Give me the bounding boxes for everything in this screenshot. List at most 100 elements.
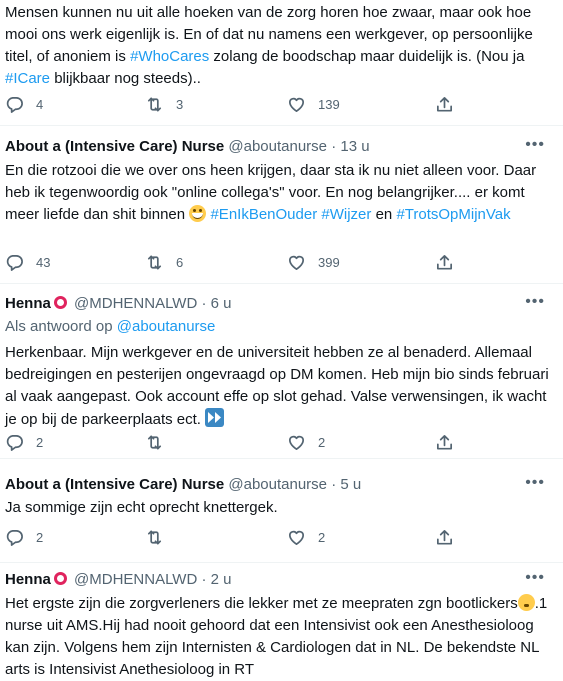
- tweet-text-segment: blijkbaar nog steeds)..: [50, 70, 201, 87]
- author-handle[interactable]: @MDHENNALWD: [74, 571, 197, 588]
- tweet-actions: 43 6 399: [0, 252, 563, 272]
- share-icon: [436, 96, 453, 112]
- tweet-text-segment: zolang de boodschap maar duidelijk is. (…: [209, 48, 525, 65]
- timestamp[interactable]: 13 u: [340, 138, 369, 155]
- fast-forward-emoji-icon: [205, 408, 225, 427]
- author-handle[interactable]: @aboutanurse: [228, 476, 327, 493]
- tweet[interactable]: Henna @MDHENNALWD · 6 u ••• Als antwoord…: [0, 283, 563, 459]
- reply-icon: [6, 254, 23, 271]
- reply-button[interactable]: 43: [5, 252, 50, 272]
- retweet-icon: [147, 96, 162, 112]
- author-name[interactable]: Henna: [5, 571, 51, 588]
- share-button[interactable]: [435, 94, 454, 114]
- like-button[interactable]: 2: [287, 432, 325, 452]
- reply-count: 2: [36, 434, 44, 450]
- author-name[interactable]: Henna: [5, 295, 51, 312]
- retweet-button[interactable]: [145, 527, 164, 547]
- like-count: 399: [318, 254, 340, 270]
- timestamp[interactable]: 5 u: [340, 476, 361, 493]
- share-button[interactable]: [435, 252, 454, 272]
- tweet[interactable]: Mensen kunnen nu uit alle hoeken van de …: [0, 0, 563, 126]
- tweet-header: Henna @MDHENNALWD · 6 u •••: [5, 292, 555, 314]
- like-count: 2: [318, 529, 326, 545]
- hashtag-link[interactable]: #Wijzer: [321, 206, 371, 223]
- reply-button[interactable]: 2: [5, 527, 43, 547]
- timestamp[interactable]: 2 u: [211, 571, 232, 588]
- tweet[interactable]: Henna @MDHENNALWD · 2 u ••• Het ergste z…: [0, 562, 563, 678]
- like-button[interactable]: 399: [287, 252, 340, 272]
- tweet-text: Mensen kunnen nu uit alle hoeken van de …: [5, 2, 550, 90]
- heart-icon: [288, 97, 305, 112]
- separator-dot: ·: [331, 138, 337, 155]
- timeline: Mensen kunnen nu uit alle hoeken van de …: [0, 0, 563, 678]
- reply-handle-link[interactable]: @aboutanurse: [117, 318, 216, 335]
- red-circle-icon: [53, 296, 67, 309]
- red-circle-icon: [53, 572, 67, 585]
- reply-icon: [6, 529, 23, 546]
- tweet-text: Herkenbaar. Mijn werkgever en de univers…: [5, 342, 550, 431]
- more-icon[interactable]: •••: [525, 473, 545, 493]
- tweet-header: Henna @MDHENNALWD · 2 u •••: [5, 568, 555, 590]
- reply-icon: [6, 96, 23, 113]
- hashtag-link[interactable]: #EnIkBenOuder: [210, 206, 317, 223]
- like-count: 139: [318, 96, 340, 112]
- tweet[interactable]: About a (Intensive Care) Nurse @aboutanu…: [0, 125, 563, 284]
- reply-button[interactable]: 2: [5, 432, 43, 452]
- reply-icon: [6, 434, 23, 451]
- hashtag-link[interactable]: #TrotsOpMijnVak: [396, 206, 510, 223]
- share-icon: [436, 254, 453, 270]
- tweet-text: Het ergste zijn die zorgverleners die le…: [5, 593, 550, 681]
- retweet-icon: [147, 254, 162, 270]
- separator-dot: ·: [331, 476, 337, 493]
- more-icon[interactable]: •••: [525, 135, 545, 155]
- reply-count: 43: [36, 254, 51, 270]
- tweet-text-segment: Herkenbaar. Mijn werkgever en de univers…: [5, 344, 549, 428]
- retweet-button[interactable]: 3: [145, 94, 183, 114]
- more-icon[interactable]: •••: [525, 292, 545, 312]
- tweet[interactable]: About a (Intensive Care) Nurse @aboutanu…: [0, 458, 563, 563]
- reply-count: 2: [36, 529, 44, 545]
- reply-button[interactable]: 4: [5, 94, 43, 114]
- author-name[interactable]: About a (Intensive Care) Nurse: [5, 138, 224, 155]
- separator-dot: ·: [201, 295, 207, 312]
- share-button[interactable]: [435, 432, 454, 452]
- author-handle[interactable]: @aboutanurse: [228, 138, 327, 155]
- tweet-text-segment: en: [371, 206, 397, 223]
- retweet-icon: [147, 434, 162, 450]
- retweet-icon: [147, 529, 162, 545]
- retweet-count: 3: [176, 96, 184, 112]
- like-button[interactable]: 2: [287, 527, 325, 547]
- like-button[interactable]: 139: [287, 94, 340, 114]
- tweet-header: About a (Intensive Care) Nurse @aboutanu…: [5, 473, 555, 495]
- share-icon: [436, 434, 453, 450]
- reply-prefix: Als antwoord op: [5, 318, 113, 335]
- heart-icon: [288, 435, 305, 450]
- reply-count: 4: [36, 96, 44, 112]
- author-name[interactable]: About a (Intensive Care) Nurse: [5, 476, 224, 493]
- tweet-header: About a (Intensive Care) Nurse @aboutanu…: [5, 135, 555, 157]
- hashtag-link[interactable]: #WhoCares: [130, 48, 209, 65]
- retweet-button[interactable]: [145, 432, 164, 452]
- like-count: 2: [318, 434, 326, 450]
- share-icon: [436, 529, 453, 545]
- more-icon[interactable]: •••: [525, 568, 545, 588]
- tweet-actions: 4 3 139: [0, 94, 563, 114]
- timestamp[interactable]: 6 u: [211, 295, 232, 312]
- grinning-emoji-icon: [189, 205, 207, 222]
- reply-context: Als antwoord op @aboutanurse: [5, 317, 215, 337]
- heart-icon: [288, 255, 305, 270]
- tweet-actions: 2 2: [0, 432, 563, 452]
- tweet-text: En die rotzooi die we over ons heen krij…: [5, 160, 550, 226]
- retweet-count: 6: [176, 254, 184, 270]
- retweet-button[interactable]: 6: [145, 252, 183, 272]
- author-handle[interactable]: @MDHENNALWD: [74, 295, 197, 312]
- tweet-text: Ja sommige zijn echt oprecht knettergek.: [5, 497, 550, 519]
- heart-icon: [288, 530, 305, 545]
- separator-dot: ·: [201, 571, 207, 588]
- share-button[interactable]: [435, 527, 454, 547]
- tweet-text-segment: Ja sommige zijn echt oprecht knettergek.: [5, 499, 278, 516]
- tweet-text-segment: Het ergste zijn die zorgverleners die le…: [5, 595, 518, 612]
- huffing-face-emoji-icon: [517, 594, 535, 611]
- hashtag-link[interactable]: #ICare: [5, 70, 50, 87]
- tweet-actions: 2 2: [0, 527, 563, 547]
